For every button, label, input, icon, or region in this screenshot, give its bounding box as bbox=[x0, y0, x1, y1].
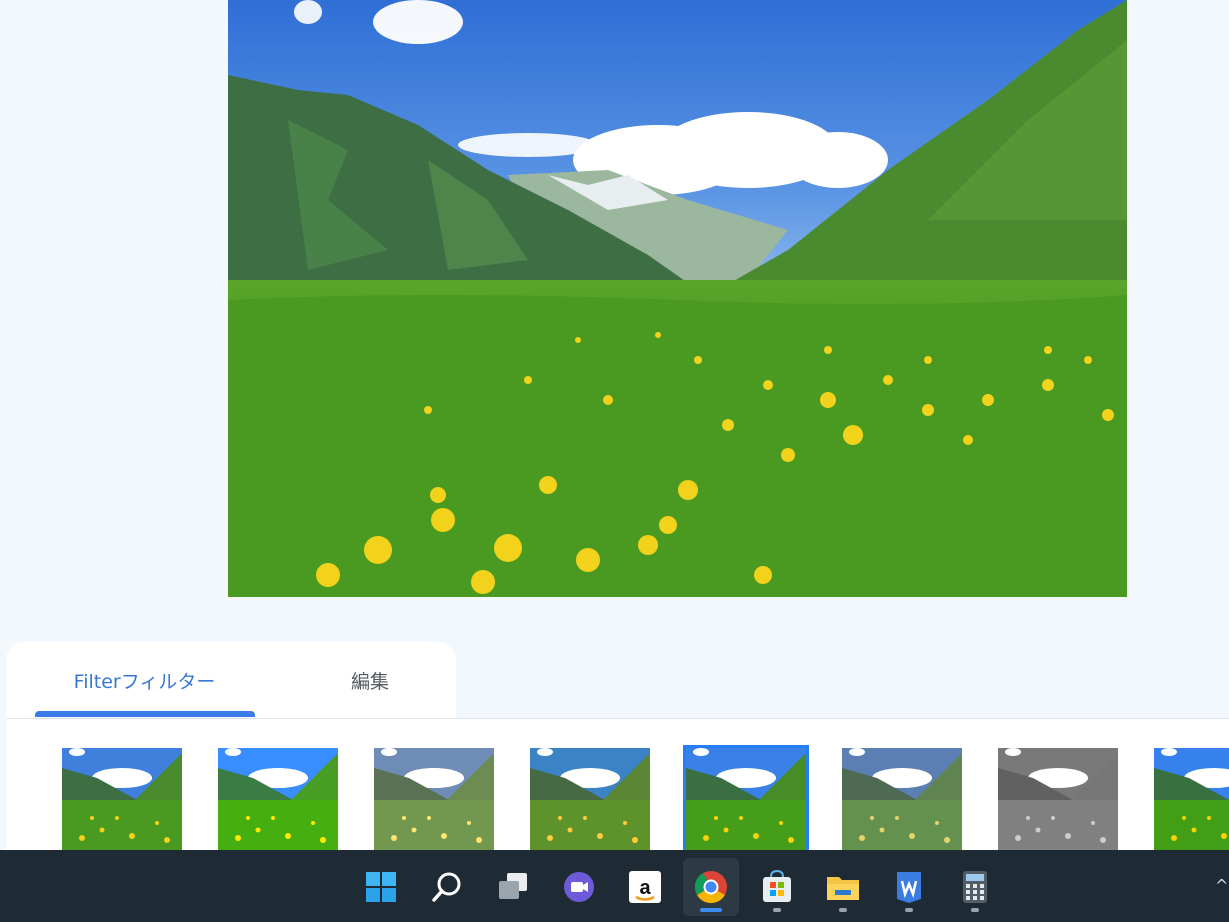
chat-icon bbox=[564, 872, 594, 902]
running-app-indicator bbox=[773, 908, 781, 912]
filter-thumbnail[interactable] bbox=[1154, 748, 1229, 851]
chrome-button[interactable] bbox=[683, 858, 739, 916]
filter-thumbnail[interactable] bbox=[683, 745, 809, 851]
main-photo bbox=[228, 0, 1127, 597]
filter-thumbnail[interactable] bbox=[842, 748, 962, 851]
meadow-landscape-image bbox=[228, 0, 1127, 597]
filter-thumbnail[interactable] bbox=[62, 748, 182, 851]
filter-preview-image bbox=[530, 748, 650, 851]
amazon-icon: a bbox=[629, 871, 661, 903]
running-app-indicator bbox=[839, 908, 847, 912]
calculator-button[interactable] bbox=[947, 858, 1003, 916]
start-button[interactable] bbox=[353, 858, 409, 916]
chat-button[interactable] bbox=[551, 858, 607, 916]
file-explorer-icon bbox=[827, 877, 859, 900]
filter-preview-image bbox=[374, 748, 494, 851]
start-icon bbox=[366, 872, 396, 902]
filter-thumbnail[interactable] bbox=[530, 748, 650, 851]
filter-thumbnail[interactable] bbox=[218, 748, 338, 851]
store-button[interactable] bbox=[749, 858, 805, 916]
filter-preview-image bbox=[842, 748, 962, 851]
tab-filter[interactable]: Filterフィルター bbox=[35, 642, 254, 719]
tab-edit[interactable]: 編集 bbox=[306, 642, 434, 719]
filter-preview-image bbox=[218, 748, 338, 851]
task-view-icon bbox=[499, 873, 527, 899]
filter-thumbnail[interactable] bbox=[998, 748, 1118, 851]
running-app-indicator bbox=[971, 908, 979, 912]
task-view-button[interactable] bbox=[485, 858, 541, 916]
filter-preview-image bbox=[998, 748, 1118, 851]
word-button[interactable] bbox=[881, 858, 937, 916]
search-button[interactable] bbox=[419, 858, 475, 916]
tray-chevron-icon[interactable]: ^ bbox=[1215, 876, 1229, 896]
filter-preview-image bbox=[62, 748, 182, 851]
active-app-indicator bbox=[700, 908, 722, 912]
filter-preview-image bbox=[1154, 748, 1229, 851]
running-app-indicator bbox=[905, 908, 913, 912]
filter-thumbnail[interactable] bbox=[374, 748, 494, 851]
search-icon bbox=[432, 872, 461, 902]
amazon-button[interactable]: a bbox=[617, 858, 673, 916]
svg-text:a: a bbox=[639, 877, 651, 899]
file-explorer-button[interactable] bbox=[815, 858, 871, 916]
chrome-icon bbox=[694, 871, 727, 904]
word-icon bbox=[897, 872, 921, 903]
active-tab-indicator bbox=[35, 711, 255, 717]
taskbar: a ^ bbox=[0, 850, 1229, 922]
calculator-icon bbox=[963, 871, 987, 903]
filter-strip bbox=[6, 718, 1229, 851]
store-icon bbox=[763, 869, 791, 902]
editor-tabs: Filterフィルター 編集 bbox=[6, 642, 456, 719]
filter-preview-image bbox=[686, 748, 806, 851]
